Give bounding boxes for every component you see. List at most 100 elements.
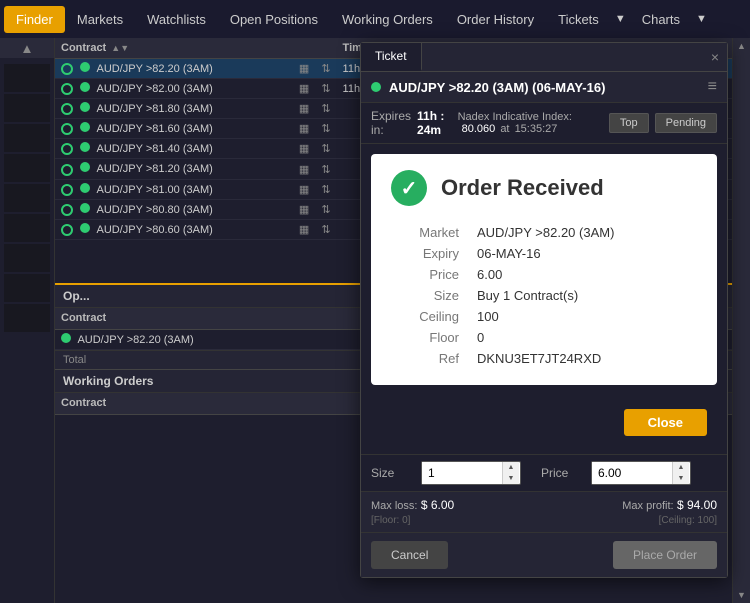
nav-finder[interactable]: Finder [4,6,65,33]
order-detail-row: Expiry 06-MAY-16 [391,243,697,264]
order-details-table: Market AUD/JPY >82.20 (3AM) Expiry 06-MA… [391,222,697,369]
order-detail-value: 0 [471,327,697,348]
order-detail-value: 06-MAY-16 [471,243,697,264]
row-status-dot [61,164,73,176]
order-detail-value: 6.00 [471,264,697,285]
row-chart-icon[interactable]: ▦ [299,224,309,236]
order-detail-value: DKNU3ET7JT24RXD [471,348,697,369]
sort-cell[interactable]: ⇅ [315,199,336,219]
pending-button[interactable]: Pending [655,113,717,133]
chart-cell[interactable]: ▦ [293,79,315,99]
chart-cell[interactable]: ▦ [293,159,315,179]
row-status-dot [61,204,73,216]
chart-cell[interactable]: ▦ [293,59,315,79]
order-detail-value: 100 [471,306,697,327]
op-dot [61,333,71,343]
size-spinner: ▲ ▼ [502,462,519,484]
row-chart-icon[interactable]: ▦ [299,164,309,176]
floor-label: [Floor: 0] [371,515,410,526]
row-active-dot [80,142,90,152]
nav-charts[interactable]: Charts [630,6,692,33]
row-status-dot [61,123,73,135]
order-detail-label: Size [391,285,471,306]
row-sort-icon[interactable]: ⇅ [321,143,330,155]
row-chart-icon[interactable]: ▦ [299,204,309,216]
nav-open-positions[interactable]: Open Positions [218,6,330,33]
row-sort-icon[interactable]: ⇅ [321,123,330,135]
price-input[interactable] [592,462,672,484]
chart-cell[interactable]: ▦ [293,99,315,119]
order-detail-label: Market [391,222,471,243]
row-active-dot [80,62,90,72]
nadex-index-text: Nadex Indicative Index: 80.060 at 15:35:… [458,111,595,135]
size-input-wrap: ▲ ▼ [421,461,521,485]
sort-cell[interactable]: ⇅ [315,159,336,179]
order-detail-row: Floor 0 [391,327,697,348]
size-input[interactable] [422,462,502,484]
ticket-actions: Cancel Place Order [361,532,727,577]
row-chart-icon[interactable]: ▦ [299,143,309,155]
nav-order-history[interactable]: Order History [445,6,546,33]
sidebar-scroll-up[interactable]: ▲ [0,38,54,58]
row-sort-icon[interactable]: ⇅ [321,184,330,196]
nav-working-orders[interactable]: Working Orders [330,6,445,33]
check-mark-icon: ✓ [401,176,418,201]
row-chart-icon[interactable]: ▦ [299,103,309,115]
row-sort-icon[interactable]: ⇅ [321,103,330,115]
scroll-down-btn[interactable]: ▼ [733,587,750,603]
nav-markets[interactable]: Markets [65,6,135,33]
sort-cell[interactable]: ⇅ [315,219,336,239]
price-spin-down[interactable]: ▼ [673,473,689,484]
chart-cell[interactable]: ▦ [293,199,315,219]
chart-cell[interactable]: ▦ [293,119,315,139]
size-spin-up[interactable]: ▲ [503,462,519,473]
row-sort-icon[interactable]: ⇅ [321,204,330,216]
top-button[interactable]: Top [609,113,649,133]
size-label: Size [371,466,411,480]
row-chart-icon[interactable]: ▦ [299,184,309,196]
ticket-close-btn[interactable]: × [703,43,727,71]
ticket-tab[interactable]: Ticket [361,43,422,71]
row-sort-icon[interactable]: ⇅ [321,224,330,236]
nav-tickets[interactable]: Tickets [546,6,611,33]
ticket-expires-bar: Expires in: 11h : 24m Nadex Indicative I… [361,103,727,144]
top-navigation: Finder Markets Watchlists Open Positions… [0,0,750,38]
row-chart-icon[interactable]: ▦ [299,123,309,135]
ticket-bottom-bar: Max loss: $ 6.00 [Floor: 0] Max profit: … [361,491,727,532]
order-detail-row: Ref DKNU3ET7JT24RXD [391,348,697,369]
row-sort-icon[interactable]: ⇅ [321,83,330,95]
max-profit-section: Max profit: $ 94.00 [Ceiling: 100] [622,498,717,526]
price-spin-up[interactable]: ▲ [673,462,689,473]
charts-chevron[interactable]: ▼ [692,7,711,31]
chart-cell[interactable]: ▦ [293,219,315,239]
sort-cell[interactable]: ⇅ [315,99,336,119]
nav-watchlists[interactable]: Watchlists [135,6,218,33]
row-chart-icon[interactable]: ▦ [299,63,309,75]
max-profit-value: $ 94.00 [677,498,717,512]
order-detail-label: Price [391,264,471,285]
sort-cell[interactable]: ⇅ [315,59,336,79]
sort-cell[interactable]: ⇅ [315,79,336,99]
check-circle: ✓ [391,170,427,206]
sort-cell[interactable]: ⇅ [315,119,336,139]
close-order-btn[interactable]: Close [624,409,707,436]
row-status-dot [61,184,73,196]
contract-col-header[interactable]: Contract ▲▼ [55,38,293,59]
chart-cell[interactable]: ▦ [293,179,315,199]
row-sort-icon[interactable]: ⇅ [321,164,330,176]
row-status-dot [61,143,73,155]
scroll-up-btn[interactable]: ▲ [733,38,750,54]
row-chart-icon[interactable]: ▦ [299,83,309,95]
sort-cell[interactable]: ⇅ [315,179,336,199]
row-sort-icon[interactable]: ⇅ [321,63,330,75]
ticket-tab-bar: Ticket × [361,43,727,72]
ticket-menu-icon[interactable]: ≡ [708,78,717,96]
tickets-chevron[interactable]: ▼ [611,7,630,31]
chart-cell[interactable]: ▦ [293,139,315,159]
contract-cell: AUD/JPY >81.40 (3AM) [55,139,293,159]
cancel-btn[interactable]: Cancel [371,541,448,569]
size-spin-down[interactable]: ▼ [503,473,519,484]
sort-cell[interactable]: ⇅ [315,139,336,159]
place-order-btn[interactable]: Place Order [613,541,717,569]
contract-cell: AUD/JPY >81.60 (3AM) [55,119,293,139]
